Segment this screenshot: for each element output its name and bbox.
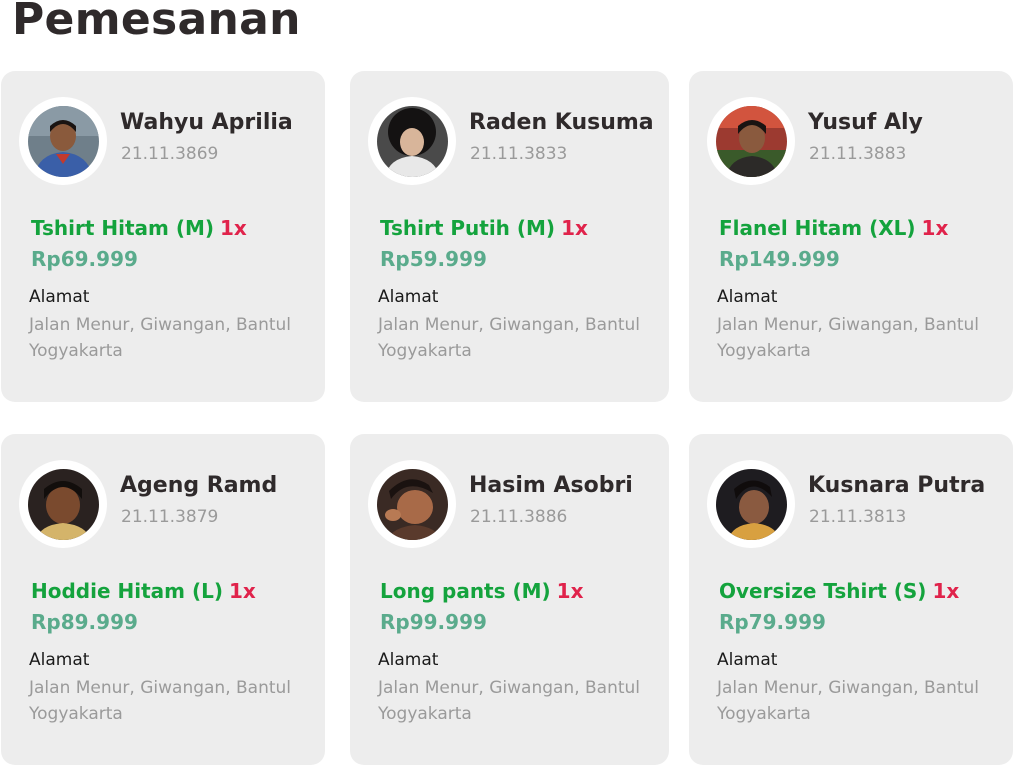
order-card-grid: Wahyu Aprilia 21.11.3869 Tshirt Hitam (M… [1,71,1020,765]
order-card[interactable]: Yusuf Aly 21.11.3883 Flanel Hitam (XL) 1x… [689,71,1013,402]
customer-id: 21.11.3833 [470,144,568,164]
order-card[interactable]: Hasim Asobri 21.11.3886 Long pants (M) 1x… [350,434,669,765]
product-line: Tshirt Putih (M) 1x [380,216,588,240]
quantity: 1x [561,216,588,240]
product-line: Tshirt Hitam (M) 1x [31,216,247,240]
price: Rp69.999 [31,247,138,271]
customer-id: 21.11.3883 [809,144,907,164]
customer-name: Kusnara Putra [808,473,986,498]
order-card[interactable]: Kusnara Putra 21.11.3813 Oversize Tshirt… [689,434,1013,765]
address-label: Alamat [717,650,778,670]
address-label: Alamat [378,650,439,670]
avatar-frame [19,97,107,185]
address-label: Alamat [29,287,90,307]
order-card[interactable]: Wahyu Aprilia 21.11.3869 Tshirt Hitam (M… [1,71,325,402]
address-label: Alamat [378,287,439,307]
customer-id: 21.11.3879 [121,507,219,527]
address-text: Jalan Menur, Giwangan, Bantul Yogyakarta [378,678,641,724]
avatar [376,468,448,540]
address-text: Jalan Menur, Giwangan, Bantul Yogyakarta [29,315,292,361]
avatar-frame [368,97,456,185]
avatar [27,105,99,177]
avatar [715,105,787,177]
product-name: Oversize Tshirt (S) [719,579,927,603]
customer-id: 21.11.3869 [121,144,219,164]
orders-page: Pemesanan Wahyu Aprilia 21.11.3869 Tshir… [0,0,1021,767]
product-line: Hoddie Hitam (L) 1x [31,579,256,603]
quantity: 1x [921,216,949,240]
product-name: Tshirt Hitam (M) [31,216,215,240]
customer-name: Raden Kusuma [469,110,654,135]
address-label: Alamat [717,287,778,307]
address-text: Jalan Menur, Giwangan, Bantul Yogyakarta [717,315,980,361]
address-text: Jalan Menur, Giwangan, Bantul Yogyakarta [378,315,641,361]
product-name: Long pants (M) [380,579,551,603]
avatar [715,468,787,540]
product-line: Long pants (M) 1x [380,579,584,603]
customer-name: Hasim Asobri [469,473,633,498]
quantity: 1x [556,579,584,603]
product-name: Flanel Hitam (XL) [719,216,916,240]
price: Rp89.999 [31,610,138,634]
product-line: Flanel Hitam (XL) 1x [719,216,948,240]
price: Rp99.999 [380,610,487,634]
avatar-frame [707,97,795,185]
quantity: 1x [228,579,256,603]
page-title: Pemesanan [12,0,301,45]
product-name: Tshirt Putih (M) [380,216,556,240]
avatar [27,468,99,540]
avatar [376,105,448,177]
avatar-frame [368,460,456,548]
price: Rp79.999 [719,610,826,634]
address-text: Jalan Menur, Giwangan, Bantul Yogyakarta [717,678,980,724]
address-text: Jalan Menur, Giwangan, Bantul Yogyakarta [29,678,292,724]
customer-name: Yusuf Aly [808,110,923,135]
product-line: Oversize Tshirt (S) 1x [719,579,959,603]
customer-name: Ageng Ramd [120,473,278,498]
quantity: 1x [220,216,247,240]
quantity: 1x [932,579,960,603]
customer-id: 21.11.3886 [470,507,568,527]
address-label: Alamat [29,650,90,670]
customer-name: Wahyu Aprilia [120,110,293,135]
price: Rp59.999 [380,247,487,271]
price: Rp149.999 [719,247,840,271]
order-card[interactable]: Raden Kusuma 21.11.3833 Tshirt Putih (M)… [350,71,669,402]
customer-id: 21.11.3813 [809,507,907,527]
order-card[interactable]: Ageng Ramd 21.11.3879 Hoddie Hitam (L) 1x… [1,434,325,765]
product-name: Hoddie Hitam (L) [31,579,223,603]
avatar-frame [19,460,107,548]
avatar-frame [707,460,795,548]
